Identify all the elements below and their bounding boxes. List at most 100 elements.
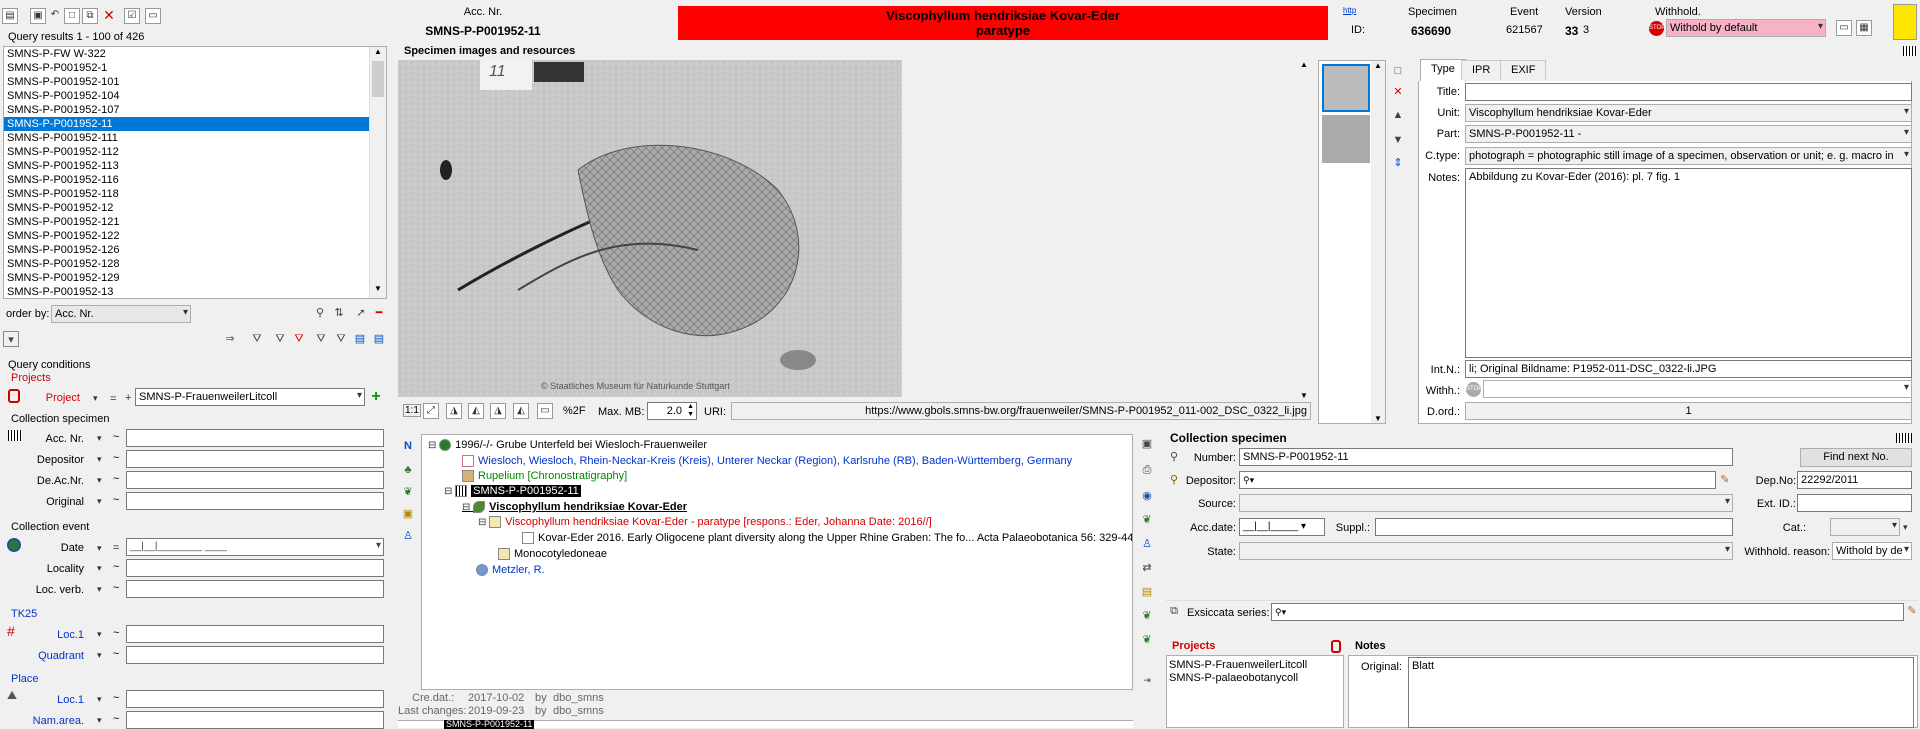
result-item[interactable]: SMNS-P-P001952-121 (4, 215, 370, 229)
new-document-icon[interactable]: □ (64, 8, 80, 24)
tree-specimen-node[interactable]: ⊟ SMNS-P-P001952-11 (444, 485, 581, 498)
cat-select[interactable]: ▾ (1830, 518, 1900, 536)
results-list[interactable]: SMNS-P-FW W-322 SMNS-P-P001952-1 SMNS-P-P0… (3, 46, 387, 299)
specimen-photo[interactable] (398, 60, 902, 397)
part-select[interactable]: SMNS-P-P001952-11 - ▾ (1465, 125, 1912, 143)
quadrant-op-dropdown[interactable]: ▾ (97, 650, 102, 661)
window-icon[interactable]: ▭ (1836, 20, 1852, 36)
filter-edit-icon[interactable]: ⛛ (313, 331, 329, 347)
result-item[interactable]: SMNS-P-P001952-126 (4, 243, 370, 257)
tree-expand-icon[interactable]: ⇥ (1139, 672, 1155, 688)
max-mb-input[interactable]: 2.0 ▲ ▼ (647, 402, 697, 420)
acc-nr-op-dropdown[interactable]: ▾ (97, 433, 102, 444)
result-item[interactable]: SMNS-P-FW W-322 (4, 47, 370, 61)
tree-reference-node[interactable]: Kovar-Eder 2016. Early Oligocene plant d… (522, 532, 1132, 545)
depositor-input[interactable] (126, 450, 384, 468)
tree-relation-icon[interactable]: ⇄ (1139, 560, 1155, 576)
cat-extra-dropdown[interactable]: ▾ (1903, 522, 1908, 533)
result-item[interactable]: SMNS-P-P001952-122 (4, 229, 370, 243)
project-select[interactable]: SMNS-P-FrauenweilerLitcoll ▾ (135, 388, 365, 406)
filter-icon[interactable]: ⛛ (249, 331, 265, 347)
specimen-tree[interactable]: ⊟ 1996/-/- Grube Unterfeld bei Wiesloch-… (421, 434, 1133, 690)
zoom-1-1-button[interactable]: 1:1 (403, 404, 421, 417)
tk25-loc1-input[interactable] (126, 625, 384, 643)
settings-icon[interactable]: ▦ (1856, 20, 1872, 36)
flip-vertical-icon[interactable]: ◮ (490, 403, 506, 419)
zoom-percent-label[interactable]: %2F (563, 405, 586, 417)
thumbnail-1[interactable] (1322, 64, 1370, 112)
tree-print-icon[interactable]: ⎙ (1139, 462, 1155, 478)
result-item[interactable]: SMNS-P-P001952-12 (4, 201, 370, 215)
result-item[interactable]: SMNS-P-P001952-118 (4, 187, 370, 201)
result-item[interactable]: SMNS-P-P001952-1 (4, 61, 370, 75)
agent-icon[interactable]: ♙ (400, 528, 416, 544)
nam-area-input[interactable] (126, 711, 384, 729)
window-frame-icon[interactable]: ▭ (537, 403, 553, 419)
sort-icon[interactable]: ⇕ (1390, 155, 1406, 171)
result-item[interactable]: SMNS-P-P001952-104 (4, 89, 370, 103)
order-by-select[interactable]: Acc. Nr. ▾ (51, 305, 191, 323)
place-loc1-op-dropdown[interactable]: ▾ (97, 694, 102, 705)
result-item[interactable]: SMNS-P-P001952-129 (4, 271, 370, 285)
de-ac-nr-op-dropdown[interactable]: ▾ (97, 475, 102, 486)
tree-agent-icon[interactable]: ♙ (1139, 536, 1155, 552)
tab-ipr[interactable]: IPR (1461, 60, 1502, 80)
tree-collector-node[interactable]: Metzler, R. (476, 564, 545, 577)
north-arrow-icon[interactable]: N (400, 438, 416, 454)
locality-input[interactable] (126, 559, 384, 577)
source-select[interactable]: ▾ (1239, 494, 1733, 512)
label-icon[interactable]: ▣ (400, 506, 416, 522)
result-item[interactable]: SMNS-P-P001952-101 (4, 75, 370, 89)
tree-higher-taxon-node[interactable]: Monocotyledoneae (498, 548, 607, 561)
project-item[interactable]: SMNS-P-palaeobotanycoll (1169, 672, 1341, 685)
http-link[interactable]: http (1343, 6, 1356, 15)
nam-area-op-dropdown[interactable]: ▾ (97, 715, 102, 726)
result-item[interactable]: SMNS-P-P001952-112 (4, 145, 370, 159)
notes-original-input[interactable]: Blatt (1408, 657, 1914, 728)
tree-globe-icon[interactable]: ◉ (1139, 488, 1155, 504)
depno-input[interactable]: 22292/2011 (1797, 471, 1912, 489)
dord-input[interactable]: 1 (1465, 402, 1912, 420)
remove-image-icon[interactable]: ✕ (1390, 84, 1406, 100)
result-item[interactable]: SMNS-P-P001952-13 (4, 285, 370, 298)
tk25-loc1-op-dropdown[interactable]: ▾ (97, 629, 102, 640)
lang-flags-icon[interactable] (1893, 4, 1917, 40)
rotate-right-icon[interactable]: ◭ (513, 403, 529, 419)
new-image-icon[interactable]: □ (1390, 63, 1406, 79)
exsiccata-select[interactable]: ⚲▾ (1271, 603, 1904, 621)
project-item[interactable]: SMNS-P-FrauenweilerLitcoll (1169, 659, 1341, 672)
acc-nr-input[interactable] (126, 429, 384, 447)
dropdown-icon[interactable]: ▾ (3, 331, 19, 347)
tree-taxon-node[interactable]: ⊟ Viscophyllum hendriksiae Kovar-Eder (462, 501, 687, 514)
tree-identification-node[interactable]: ⊟ Viscophyllum hendriksiae Kovar-Eder - … (478, 516, 932, 529)
exsiccata-link-icon[interactable]: ✎ (1904, 603, 1920, 619)
place-loc1-input[interactable] (126, 690, 384, 708)
depositor-op-dropdown[interactable]: ▾ (97, 454, 102, 465)
state-select[interactable]: ▾ (1239, 542, 1733, 560)
list-icon[interactable]: ▤ (352, 331, 368, 347)
display-icon[interactable]: ▭ (145, 8, 161, 24)
tab-type[interactable]: Type (1420, 59, 1466, 81)
tree-part-icon[interactable]: ❦ (1139, 608, 1155, 624)
locality-op-dropdown[interactable]: ▾ (97, 563, 102, 574)
tree-leaf-icon[interactable]: ❦ (1139, 512, 1155, 528)
zoom-fit-icon[interactable]: ⤢ (423, 403, 439, 419)
unit-select[interactable]: Viscophyllum hendriksiae Kovar-Eder ▾ (1465, 104, 1912, 122)
flip-horizontal-icon[interactable]: ◮ (446, 403, 462, 419)
arrow-right-icon[interactable]: ⇒ (222, 331, 238, 347)
withhold-reason-select[interactable]: Withold by de ▾ (1832, 542, 1912, 560)
tree-save-icon[interactable]: ▣ (1139, 436, 1155, 452)
date-input[interactable]: __|__|________ ____ ▾ (126, 538, 384, 556)
move-down-icon[interactable]: ▼ (1390, 132, 1406, 148)
result-item[interactable]: SMNS-P-P001952-11 (4, 117, 370, 131)
projects-list[interactable]: SMNS-P-FrauenweilerLitcoll SMNS-P-palaeob… (1166, 655, 1344, 728)
title-input[interactable] (1465, 83, 1912, 101)
thumbnail-strip[interactable]: ▲ ▼ (1318, 60, 1386, 424)
hierarchy-icon[interactable]: ♣ (400, 462, 416, 478)
checkbox-icon[interactable]: ☑ (124, 8, 140, 24)
loc-verb-input[interactable] (126, 580, 384, 598)
result-item[interactable]: SMNS-P-P001952-111 (4, 131, 370, 145)
result-item[interactable]: SMNS-P-P001952-128 (4, 257, 370, 271)
find-next-button[interactable]: Find next No. (1800, 448, 1912, 467)
result-item[interactable]: SMNS-P-P001952-107 (4, 103, 370, 117)
